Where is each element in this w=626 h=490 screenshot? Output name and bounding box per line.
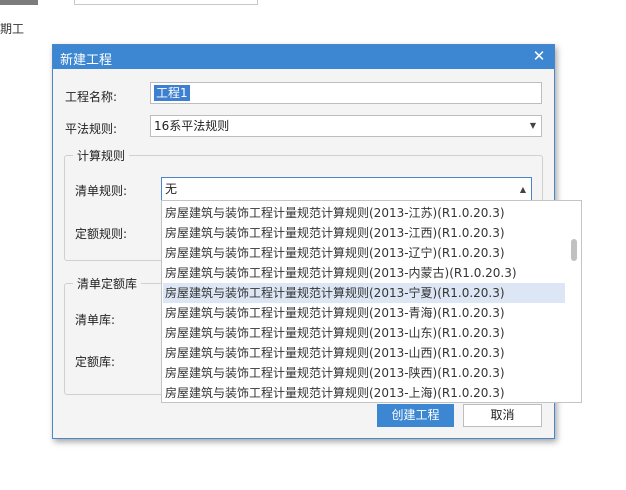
background-label: 期工 bbox=[0, 22, 25, 36]
chevron-down-icon: ▼ bbox=[529, 121, 536, 130]
list-rule-value: 无 bbox=[165, 182, 178, 196]
scrollbar-thumb[interactable] bbox=[571, 239, 577, 261]
cancel-button[interactable]: 取消 bbox=[463, 404, 542, 427]
project-name-input[interactable]: 工程1 bbox=[150, 82, 542, 104]
dropdown-item[interactable]: 房屋建筑与装饰工程计量规范计算规则(2013-江西)(R1.0.20.3) bbox=[163, 223, 566, 243]
dropdown-scrollbar[interactable] bbox=[565, 201, 581, 402]
project-name-label: 工程名称: bbox=[65, 90, 118, 104]
list-lib-label: 清单库: bbox=[75, 313, 116, 327]
rule-label: 平法规则: bbox=[65, 122, 118, 136]
dropdown-item[interactable]: 房屋建筑与装饰工程计量规范计算规则(2013-山东)(R1.0.20.3) bbox=[163, 323, 566, 343]
create-project-button[interactable]: 创建工程 bbox=[377, 404, 454, 427]
lib-group-title: 清单定额库 bbox=[73, 275, 142, 292]
quota-rule-label: 定额规则: bbox=[75, 227, 128, 241]
background-input bbox=[74, 0, 258, 5]
project-name-value: 工程1 bbox=[154, 85, 190, 101]
close-icon[interactable]: ✕ bbox=[532, 47, 546, 65]
dropdown-item-highlighted[interactable]: 房屋建筑与装饰工程计量规范计算规则(2013-宁夏)(R1.0.20.3) bbox=[163, 283, 566, 303]
calc-rules-title: 计算规则 bbox=[73, 147, 130, 164]
dropdown-item[interactable]: 房屋建筑与装饰工程计量规范计算规则(2013-上海)(R1.0.20.3) bbox=[163, 383, 566, 402]
dropdown-item[interactable]: 房屋建筑与装饰工程计量规范计算规则(2013-山西)(R1.0.20.3) bbox=[163, 343, 566, 363]
rule-select-value: 16系平法规则 bbox=[154, 119, 230, 133]
list-rule-dropdown: 房屋建筑与装饰工程计量规范计算规则(2013-江苏)(R1.0.20.3) 房屋… bbox=[161, 200, 582, 403]
dropdown-item[interactable]: 房屋建筑与装饰工程计量规范计算规则(2013-内蒙古)(R1.0.20.3) bbox=[163, 263, 566, 283]
rule-select[interactable]: 16系平法规则 ▼ bbox=[150, 115, 542, 137]
dialog-title: 新建工程 bbox=[60, 53, 113, 68]
dropdown-item[interactable]: 房屋建筑与装饰工程计量规范计算规则(2013-辽宁)(R1.0.20.3) bbox=[163, 243, 566, 263]
chevron-up-icon: ▲ bbox=[519, 185, 526, 194]
dropdown-item[interactable]: 房屋建筑与装饰工程计量规范计算规则(2013-青海)(R1.0.20.3) bbox=[163, 303, 566, 323]
background-tab bbox=[0, 0, 38, 5]
dialog-titlebar[interactable]: 新建工程 ✕ bbox=[53, 45, 554, 69]
dropdown-item[interactable]: 房屋建筑与装饰工程计量规范计算规则(2013-陕西)(R1.0.20.3) bbox=[163, 363, 566, 383]
list-rule-label: 清单规则: bbox=[75, 184, 128, 198]
list-rule-select[interactable]: 无 ▲ bbox=[161, 177, 532, 201]
quota-lib-label: 定额库: bbox=[75, 355, 116, 369]
dropdown-item[interactable]: 房屋建筑与装饰工程计量规范计算规则(2013-江苏)(R1.0.20.3) bbox=[163, 203, 566, 223]
